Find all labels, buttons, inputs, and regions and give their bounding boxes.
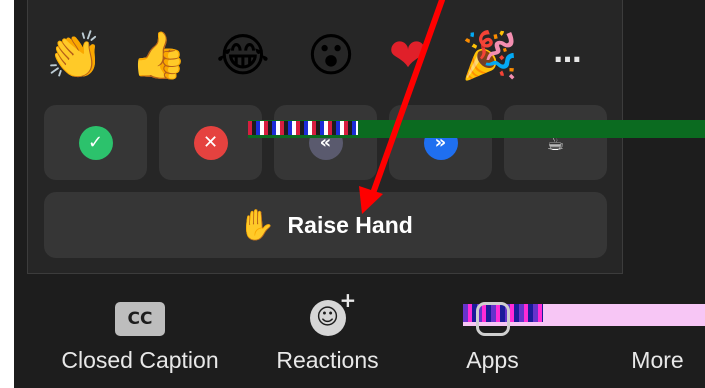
- clapping-hands-icon[interactable]: 👏: [45, 30, 105, 80]
- closed-caption-icon: CC: [115, 302, 165, 336]
- reactions-label: Reactions: [276, 347, 379, 373]
- raise-hand-button[interactable]: ✋ Raise Hand: [44, 192, 607, 258]
- slow-down-button[interactable]: «: [274, 105, 377, 180]
- no-button[interactable]: ✕: [159, 105, 262, 180]
- closed-caption-button[interactable]: CC Closed Caption: [50, 292, 230, 382]
- raise-hand-label: Raise Hand: [287, 211, 413, 238]
- more-reactions-button[interactable]: …: [538, 36, 598, 69]
- apps-label: Apps: [466, 347, 519, 373]
- apps-button[interactable]: Apps: [445, 292, 540, 382]
- more-label: More: [631, 347, 684, 373]
- emoji-reactions-row: 👏 👍 😂 😮 ❤ 🎉 …: [28, 0, 622, 100]
- yes-button[interactable]: ✓: [44, 105, 147, 180]
- more-button[interactable]: More: [615, 292, 700, 382]
- add-reaction-plus-icon: +: [339, 288, 357, 312]
- reactions-button[interactable]: ☺ + Reactions: [260, 288, 395, 382]
- thumbs-up-icon[interactable]: 👍: [129, 30, 189, 80]
- surprised-face-icon[interactable]: 😮: [301, 30, 361, 80]
- party-popper-icon[interactable]: 🎉: [460, 30, 520, 80]
- heart-icon[interactable]: ❤: [378, 30, 438, 80]
- yes-check-icon: ✓: [78, 125, 113, 160]
- render-glitch-noise: [248, 121, 358, 135]
- coffee-break-button[interactable]: ☕: [504, 105, 607, 180]
- tears-of-joy-icon[interactable]: 😂: [213, 30, 273, 80]
- raised-hand-icon: ✋: [238, 207, 276, 243]
- closed-caption-label: Closed Caption: [61, 347, 219, 373]
- speed-up-button[interactable]: »: [389, 105, 492, 180]
- apps-icon: [475, 302, 510, 336]
- no-x-icon: ✕: [193, 125, 228, 160]
